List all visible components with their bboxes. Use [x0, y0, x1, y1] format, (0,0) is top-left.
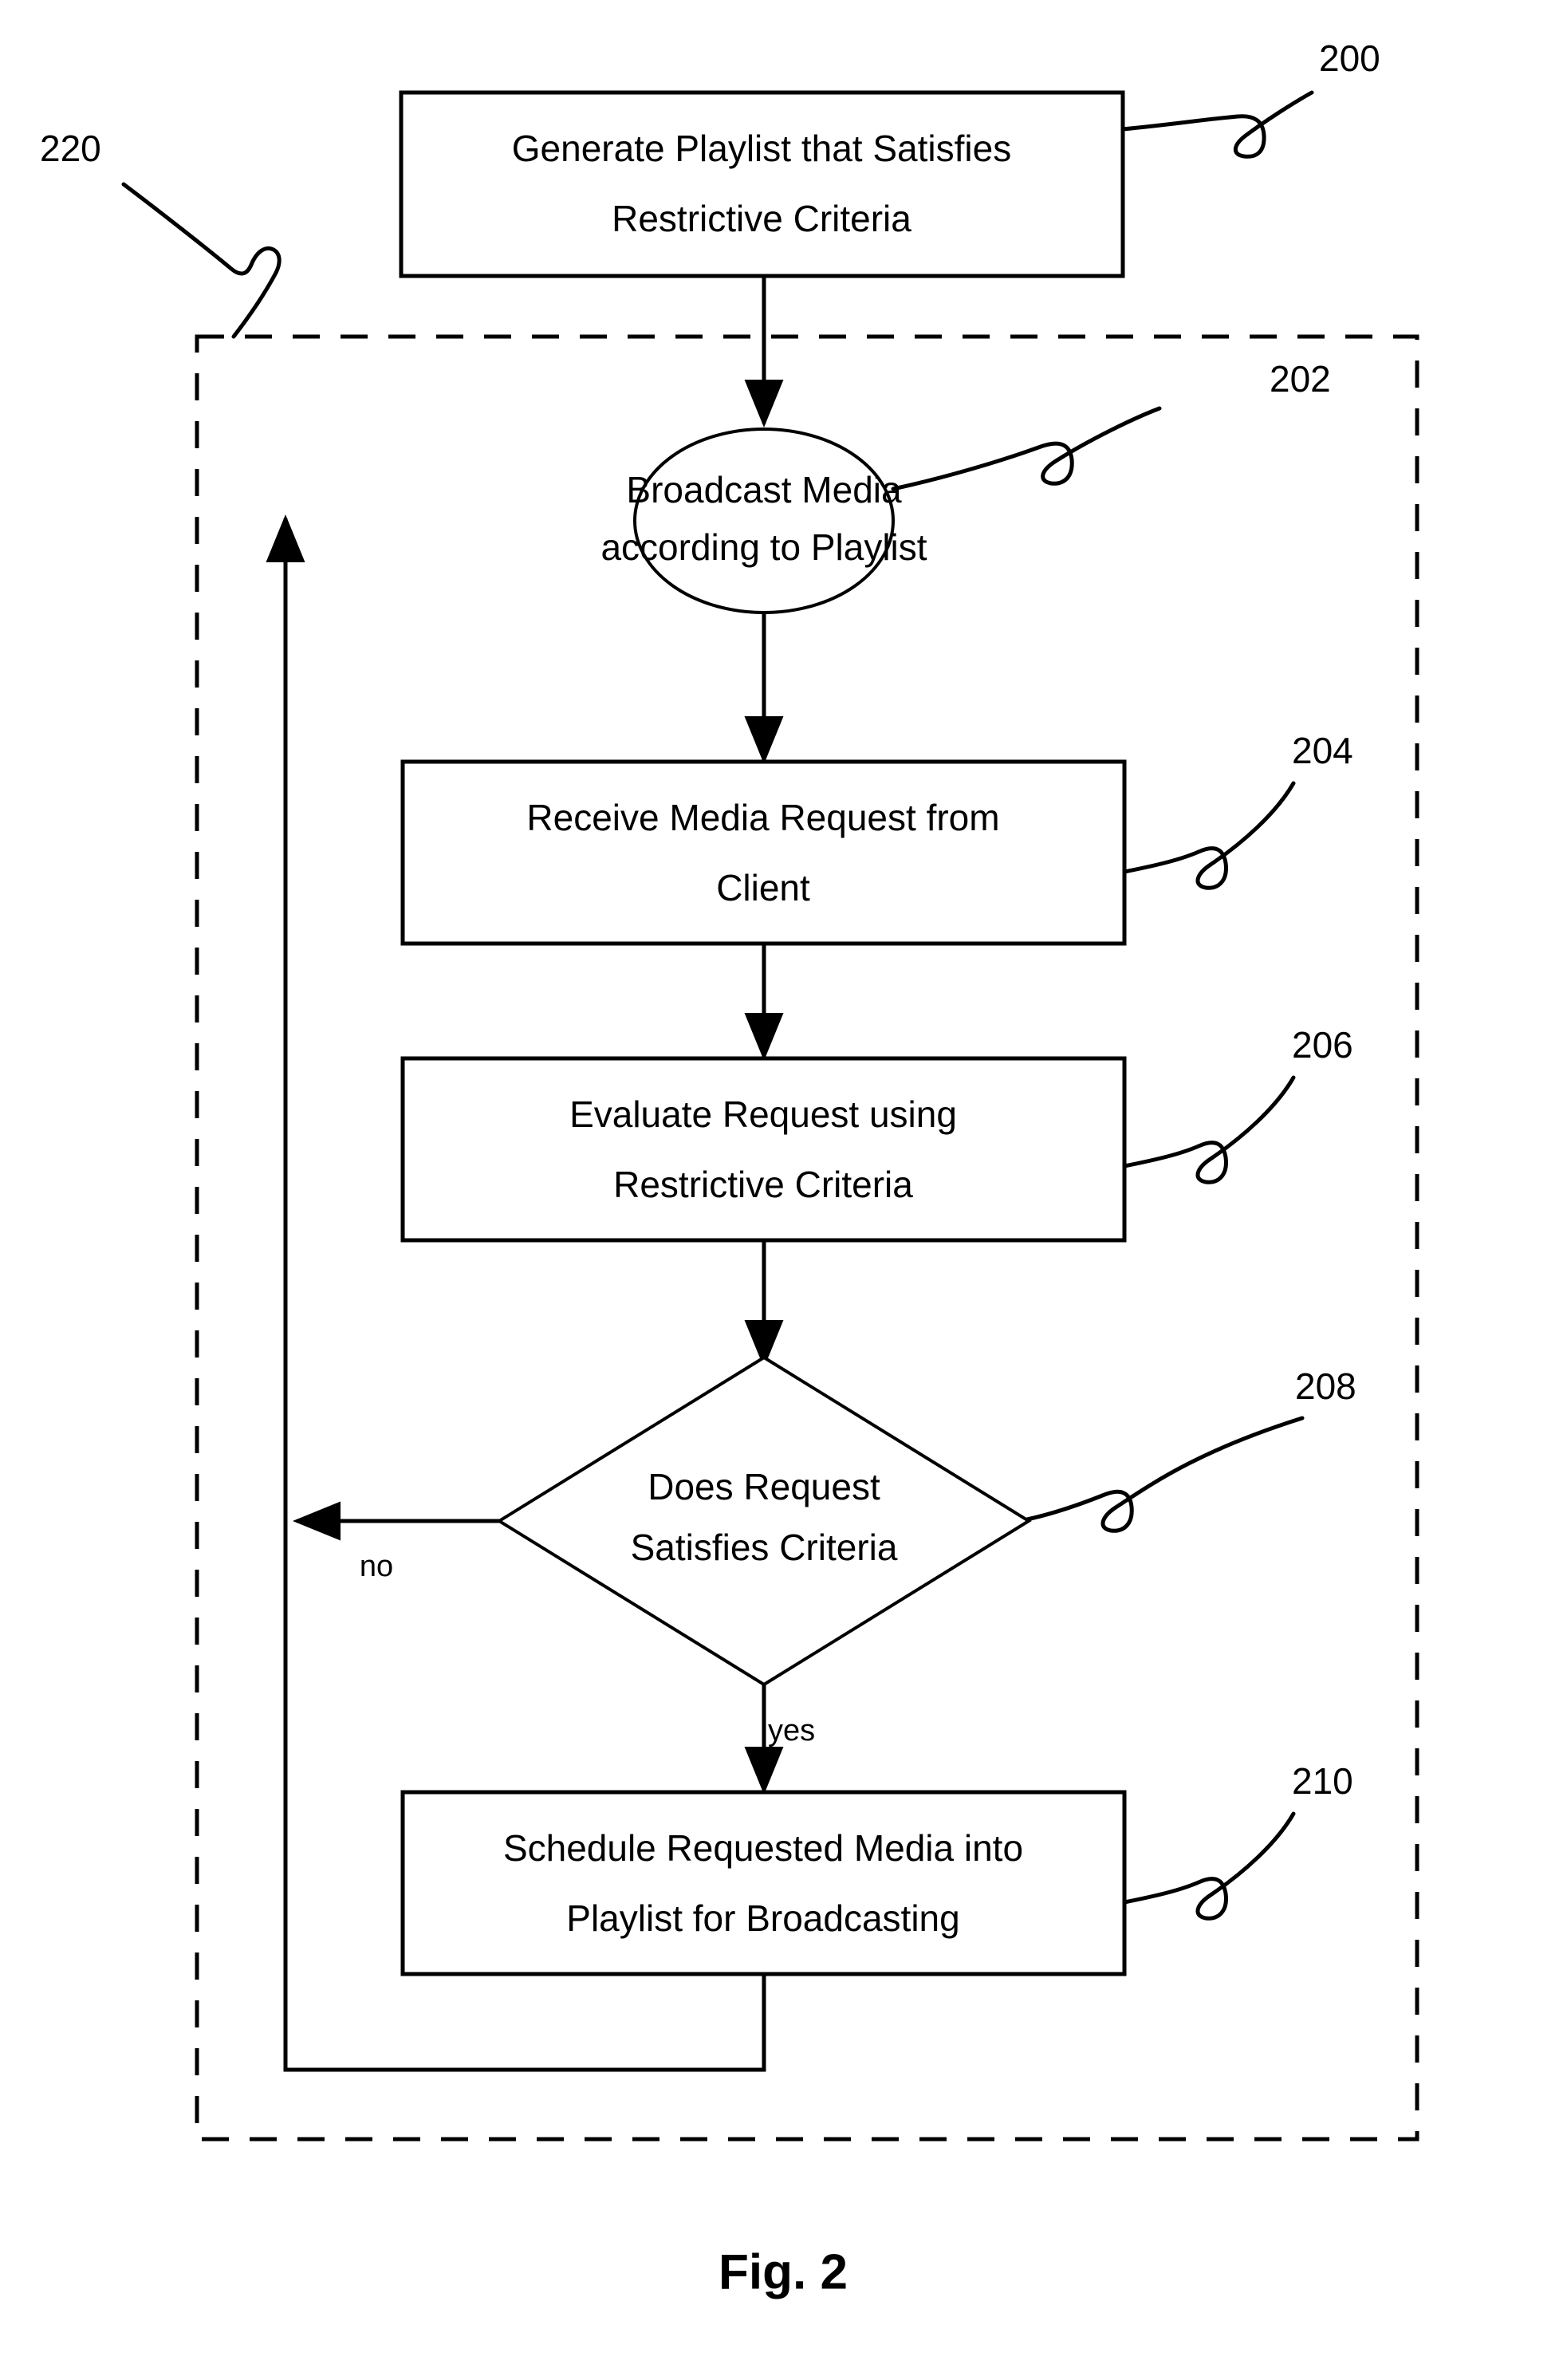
terminator-ellipse-202: [633, 428, 895, 614]
ref-numeral-206: 206: [1292, 1024, 1353, 1066]
terminator-ellipse-202-line1: Broadcast Media: [626, 469, 902, 510]
process-box-206: [400, 1056, 1127, 1243]
process-box-206-line2: Restrictive Criteria: [613, 1164, 913, 1205]
ref-numeral-220: 220: [40, 128, 101, 169]
ref-numeral-210: 210: [1292, 1760, 1353, 1802]
process-box-204-line1: Receive Media Request from: [526, 797, 999, 838]
leader-line-220: [121, 182, 282, 339]
decision-diamond-208-line1: Does Request: [648, 1466, 880, 1507]
process-box-204-line2: Client: [716, 867, 810, 908]
edge-label-no: no: [360, 1550, 393, 1583]
ref-numeral-202: 202: [1270, 358, 1331, 400]
process-box-200: [399, 90, 1125, 278]
figure-caption: Fig. 2: [719, 2244, 848, 2299]
decision-diamond-208-line2: Satisfies Criteria: [631, 1527, 898, 1568]
patent-figure: Generate Playlist that Satisfies Restric…: [0, 0, 1567, 2380]
edge-label-yes: yes: [768, 1714, 815, 1748]
ref-numeral-200: 200: [1319, 37, 1380, 79]
process-box-200-line1: Generate Playlist that Satisfies: [512, 128, 1011, 169]
terminator-ellipse-202-line2: according to Playlist: [600, 526, 927, 568]
process-box-210: [400, 1790, 1127, 1976]
ref-numeral-208: 208: [1295, 1365, 1356, 1407]
leader-line-206: [1122, 1075, 1296, 1184]
leader-line-202: [891, 406, 1162, 491]
process-box-200-line2: Restrictive Criteria: [612, 198, 911, 239]
process-box-206-line1: Evaluate Request using: [569, 1093, 957, 1135]
flowchart-canvas: Generate Playlist that Satisfies Restric…: [40, 37, 1419, 2299]
leader-line-204: [1122, 781, 1296, 890]
leader-line-208: [1025, 1416, 1305, 1533]
process-box-210-line2: Playlist for Broadcasting: [566, 1897, 959, 1939]
decision-diamond-208: [496, 1355, 1032, 1687]
process-box-210-line1: Schedule Requested Media into: [503, 1827, 1023, 1869]
ref-numeral-204: 204: [1292, 730, 1353, 771]
process-box-204: [400, 759, 1127, 946]
leader-line-200: [1120, 90, 1314, 159]
leader-line-210: [1122, 1811, 1296, 1921]
